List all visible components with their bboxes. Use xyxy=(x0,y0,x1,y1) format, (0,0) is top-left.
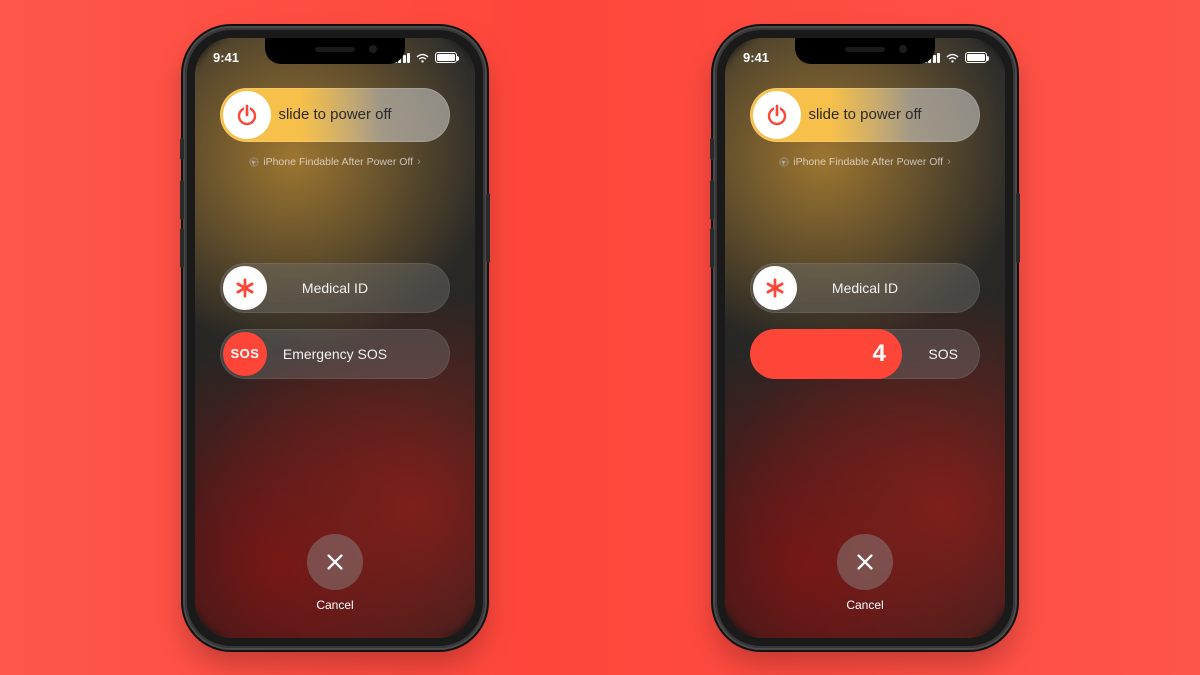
battery-icon xyxy=(435,52,457,63)
sos-countdown-fill: 4 xyxy=(750,329,902,379)
sos-tail-label: SOS xyxy=(928,346,958,362)
notch xyxy=(265,38,405,64)
medical-id-slider[interactable]: Medical ID xyxy=(750,263,980,313)
volume-down-button[interactable] xyxy=(710,228,714,268)
battery-icon xyxy=(965,52,987,63)
volume-down-button[interactable] xyxy=(180,228,184,268)
cancel-button[interactable] xyxy=(837,534,893,590)
asterisk-icon xyxy=(764,277,786,299)
close-icon xyxy=(854,551,876,573)
power-off-slider[interactable]: slide to power off xyxy=(220,88,450,142)
wifi-icon xyxy=(415,52,430,63)
side-button[interactable] xyxy=(1016,193,1020,263)
screen: 9:41 slide to power off iPhone Findable xyxy=(725,38,1005,638)
sos-icon: SOS xyxy=(231,346,260,361)
cancel-button[interactable] xyxy=(307,534,363,590)
power-icon xyxy=(765,103,789,127)
cancel-label: Cancel xyxy=(846,598,883,612)
power-off-screen: slide to power off iPhone Findable After… xyxy=(195,38,475,638)
close-icon xyxy=(324,551,346,573)
mute-switch[interactable] xyxy=(710,138,714,160)
sos-countdown-number: 4 xyxy=(872,340,885,368)
emergency-sos-slider[interactable]: SOS Emergency SOS xyxy=(220,329,450,379)
side-button[interactable] xyxy=(486,193,490,263)
power-off-knob[interactable] xyxy=(223,91,271,139)
screen: 9:41 slide to power off iPhone Findable xyxy=(195,38,475,638)
power-icon xyxy=(235,103,259,127)
find-my-icon xyxy=(779,157,789,167)
medical-id-knob[interactable] xyxy=(223,266,267,310)
chevron-right-icon: › xyxy=(947,156,951,168)
findable-link[interactable]: iPhone Findable After Power Off › xyxy=(249,156,420,168)
status-time: 9:41 xyxy=(743,50,769,65)
power-off-knob[interactable] xyxy=(753,91,801,139)
wifi-icon xyxy=(945,52,960,63)
findable-text: iPhone Findable After Power Off xyxy=(263,156,413,168)
stage: 9:41 slide to power off iPhone Findable xyxy=(0,0,1200,675)
iphone-left: 9:41 slide to power off iPhone Findable xyxy=(185,28,485,648)
notch xyxy=(795,38,935,64)
find-my-icon xyxy=(249,157,259,167)
volume-up-button[interactable] xyxy=(710,180,714,220)
status-time: 9:41 xyxy=(213,50,239,65)
medical-id-slider[interactable]: Medical ID xyxy=(220,263,450,313)
mute-switch[interactable] xyxy=(180,138,184,160)
power-off-slider[interactable]: slide to power off xyxy=(750,88,980,142)
power-off-screen: slide to power off iPhone Findable After… xyxy=(725,38,1005,638)
iphone-right: 9:41 slide to power off iPhone Findable xyxy=(715,28,1015,648)
cancel-label: Cancel xyxy=(316,598,353,612)
medical-id-knob[interactable] xyxy=(753,266,797,310)
emergency-sos-knob[interactable]: SOS xyxy=(223,332,267,376)
findable-link[interactable]: iPhone Findable After Power Off › xyxy=(779,156,950,168)
findable-text: iPhone Findable After Power Off xyxy=(793,156,943,168)
chevron-right-icon: › xyxy=(417,156,421,168)
emergency-sos-slider-countdown[interactable]: SOS 4 xyxy=(750,329,980,379)
asterisk-icon xyxy=(234,277,256,299)
volume-up-button[interactable] xyxy=(180,180,184,220)
